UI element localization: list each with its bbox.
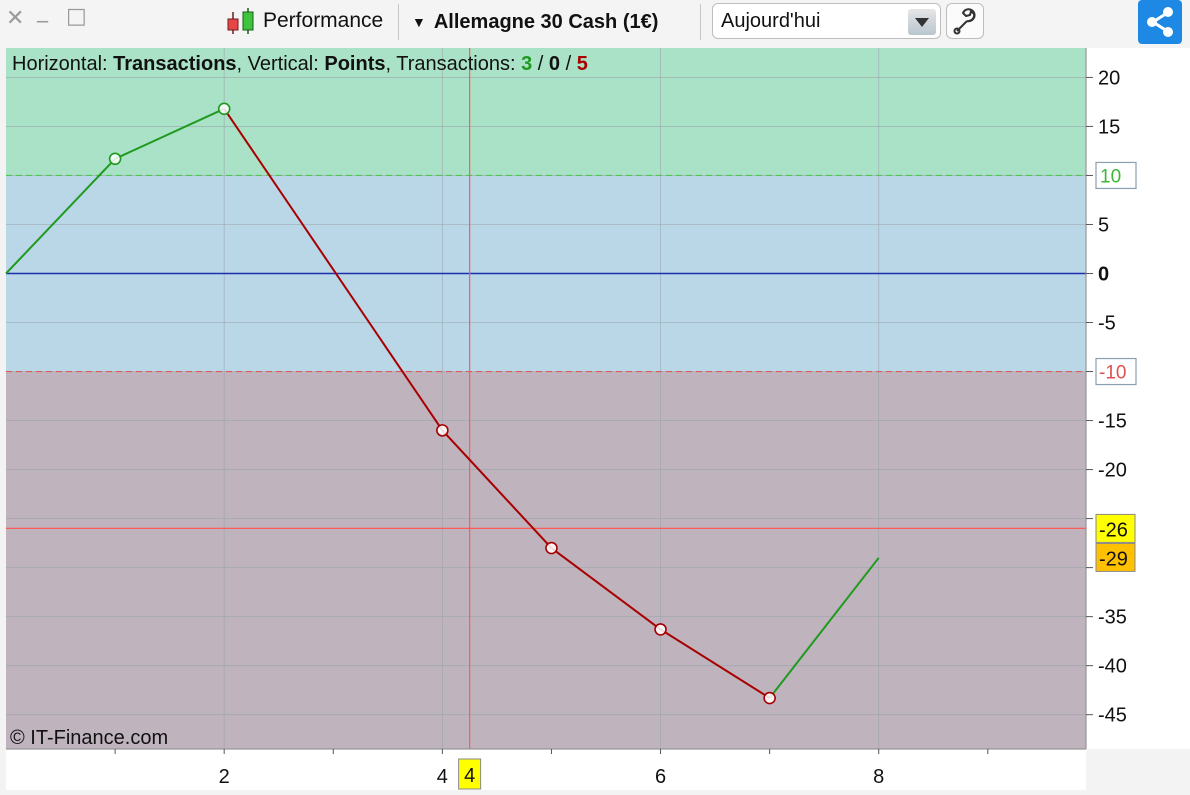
wrench-icon (953, 8, 976, 35)
info-h-prefix: Horizontal: (12, 53, 113, 75)
caret-down-icon: ▼ (412, 14, 426, 30)
info-h-value: Transactions (113, 53, 236, 75)
chart-info-line: Horizontal: Transactions, Vertical: Poin… (12, 53, 588, 75)
toolbar: ✕ _ □ Performance ▼ Allemagne 30 Cash (1… (0, 0, 1190, 46)
share-icon (1147, 7, 1173, 37)
instrument-label: Allemagne 30 Cash (1€) (433, 10, 659, 33)
x-tick-label: 4 (437, 766, 448, 788)
candlestick-icon (227, 8, 254, 34)
settings-button[interactable] (946, 3, 984, 39)
x-tick-label: 2 (219, 766, 230, 788)
y-tick-label: -45 (1098, 705, 1127, 727)
y-tick-label: 20 (1098, 67, 1120, 89)
info-t-win: 3 (521, 53, 532, 75)
x-tick-label: 6 (655, 766, 666, 788)
y-tick-label: -5 (1098, 313, 1116, 335)
watermark: © IT-Finance.com (10, 727, 168, 749)
info-t-prefix: , Transactions: (385, 53, 521, 75)
y-tick-label: 15 (1098, 116, 1120, 138)
chart-canvas[interactable]: 20151050-5-10-15-20-35-40-45246810-10-26… (0, 46, 1190, 790)
last-value-label: -29 (1099, 548, 1128, 570)
y-tick-label: -20 (1098, 460, 1127, 482)
close-icon[interactable]: ✕ (6, 6, 24, 31)
info-v-prefix: , Vertical: (237, 53, 325, 75)
share-button[interactable] (1138, 0, 1182, 44)
maximize-icon[interactable]: □ (66, 4, 87, 29)
data-point[interactable] (217, 102, 231, 116)
y-tick-label: 5 (1098, 214, 1109, 236)
crosshair-x-label: 4 (464, 765, 475, 787)
y-tick-label: -40 (1098, 656, 1127, 678)
info-t-neutral: 0 (549, 53, 560, 75)
toolbar-divider (398, 4, 399, 40)
data-point[interactable] (654, 623, 667, 636)
performance-chart[interactable]: 20151050-5-10-15-20-35-40-45246810-10-26… (0, 46, 1190, 790)
x-tick-label: 8 (873, 766, 884, 788)
period-select[interactable]: Aujourd'hui (712, 3, 941, 39)
y-axis-area (1087, 48, 1190, 749)
period-value: Aujourd'hui (721, 10, 821, 32)
lower-threshold-label: -10 (1099, 363, 1126, 384)
info-t-sep2: / (560, 53, 577, 75)
y-tick-label: -35 (1098, 607, 1127, 629)
crosshair-y-label: -26 (1099, 519, 1128, 541)
y-tick-label: 0 (1098, 263, 1109, 285)
info-v-value: Points (324, 53, 385, 75)
performance-label: Performance (263, 9, 384, 32)
data-point[interactable] (436, 424, 449, 437)
loss-zone (6, 371, 1086, 749)
dropdown-arrow-icon[interactable] (908, 9, 936, 35)
upper-threshold-label: 10 (1100, 166, 1121, 187)
data-point[interactable] (763, 691, 776, 705)
info-t-loss: 5 (577, 53, 588, 75)
x-axis-area (6, 750, 1086, 790)
instrument-selector[interactable]: ▼ Allemagne 30 Cash (1€) (412, 7, 658, 37)
info-t-sep1: / (532, 53, 549, 75)
toolbar-divider (700, 4, 701, 40)
data-point[interactable] (545, 541, 558, 555)
data-point[interactable] (108, 152, 122, 166)
minimize-icon[interactable]: _ (37, 0, 48, 23)
performance-button[interactable]: Performance (225, 6, 383, 36)
y-tick-label: -15 (1098, 411, 1127, 433)
